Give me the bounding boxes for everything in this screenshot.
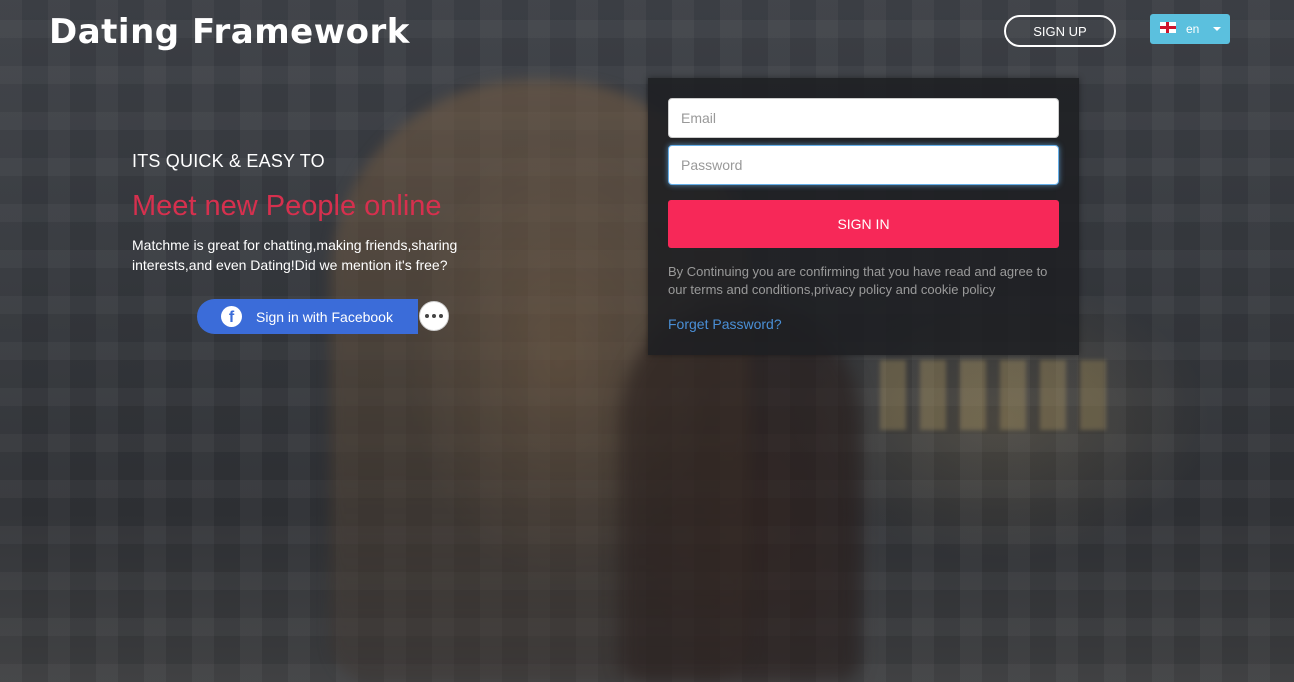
facebook-signin-button[interactable]: f Sign in with Facebook <box>197 299 418 334</box>
hero-headline: Meet new People online <box>132 190 442 222</box>
england-flag-icon <box>1160 21 1176 33</box>
hero-tagline: ITS QUICK & EASY TO <box>132 151 325 171</box>
signup-button[interactable]: SIGN UP <box>1004 15 1116 47</box>
language-label: en <box>1186 22 1200 36</box>
password-field[interactable] <box>668 145 1059 185</box>
background-lights <box>880 360 1120 430</box>
site-logo[interactable]: Dating Framework <box>49 12 410 52</box>
language-dropdown[interactable]: en <box>1150 14 1230 44</box>
signin-button[interactable]: SIGN IN <box>668 200 1059 248</box>
caret-down-icon <box>1213 27 1222 31</box>
email-field[interactable] <box>668 98 1059 138</box>
forget-password-link[interactable]: Forget Password? <box>668 316 782 332</box>
more-dots-icon <box>425 314 429 318</box>
terms-text: By Continuing you are confirming that yo… <box>668 264 1048 297</box>
background-woman-hair <box>620 300 860 682</box>
facebook-icon: f <box>221 306 242 327</box>
hero-description: Matchme is great for chatting,making fri… <box>132 237 458 273</box>
more-options-button[interactable] <box>419 301 449 331</box>
facebook-signin-label: Sign in with Facebook <box>256 308 393 325</box>
